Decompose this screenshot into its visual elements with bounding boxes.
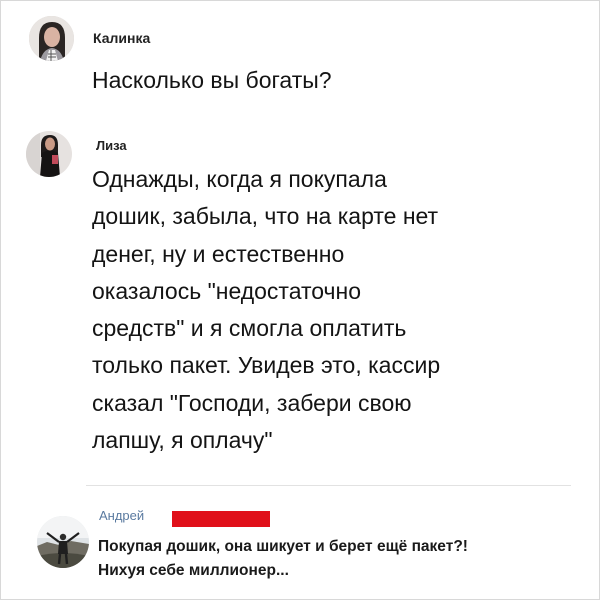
divider (86, 485, 571, 486)
author-name[interactable]: Калинка (93, 30, 150, 46)
post-text-line: Покупая дошик, она шикует и берет ещё па… (98, 538, 468, 555)
post-text-line: дошик, забыла, что на карте нет (92, 203, 439, 230)
profile-photo-man-outdoors-icon (37, 516, 89, 568)
avatar[interactable] (37, 516, 89, 568)
author-name[interactable]: Лиза (96, 138, 127, 153)
post-text: Покупая дошик, она шикует и берет ещё па… (98, 535, 578, 583)
redaction-bar (172, 511, 270, 527)
post-text: Насколько вы богаты? (92, 67, 332, 93)
avatar[interactable] (29, 16, 74, 61)
post-text-line: средств" и я смогла оплатить (92, 315, 407, 342)
post-text-line: лапшу, я оплачу" (92, 427, 273, 454)
avatar[interactable] (26, 131, 72, 177)
author-name[interactable]: Андрей (99, 508, 144, 523)
post-text-line: сказал "Господи, забери свою (92, 389, 412, 416)
post-text: Однажды, когда я покупала дошик, забыла,… (92, 161, 562, 459)
post-text-line: денег, ну и естественно (92, 240, 345, 267)
post-text-line: Нихуя себе миллионер... (98, 562, 289, 579)
profile-photo-woman-icon (29, 16, 74, 61)
comment-thread: Калинка Насколько вы богаты? Лиза Однажд… (0, 0, 600, 600)
post-text-line: Однажды, когда я покупала (92, 166, 387, 192)
profile-photo-woman-standing-icon (26, 131, 72, 177)
post-text-line: оказалось "недостаточно (92, 277, 362, 304)
post-text-line: только пакет. Увидев это, кассир (92, 352, 441, 379)
